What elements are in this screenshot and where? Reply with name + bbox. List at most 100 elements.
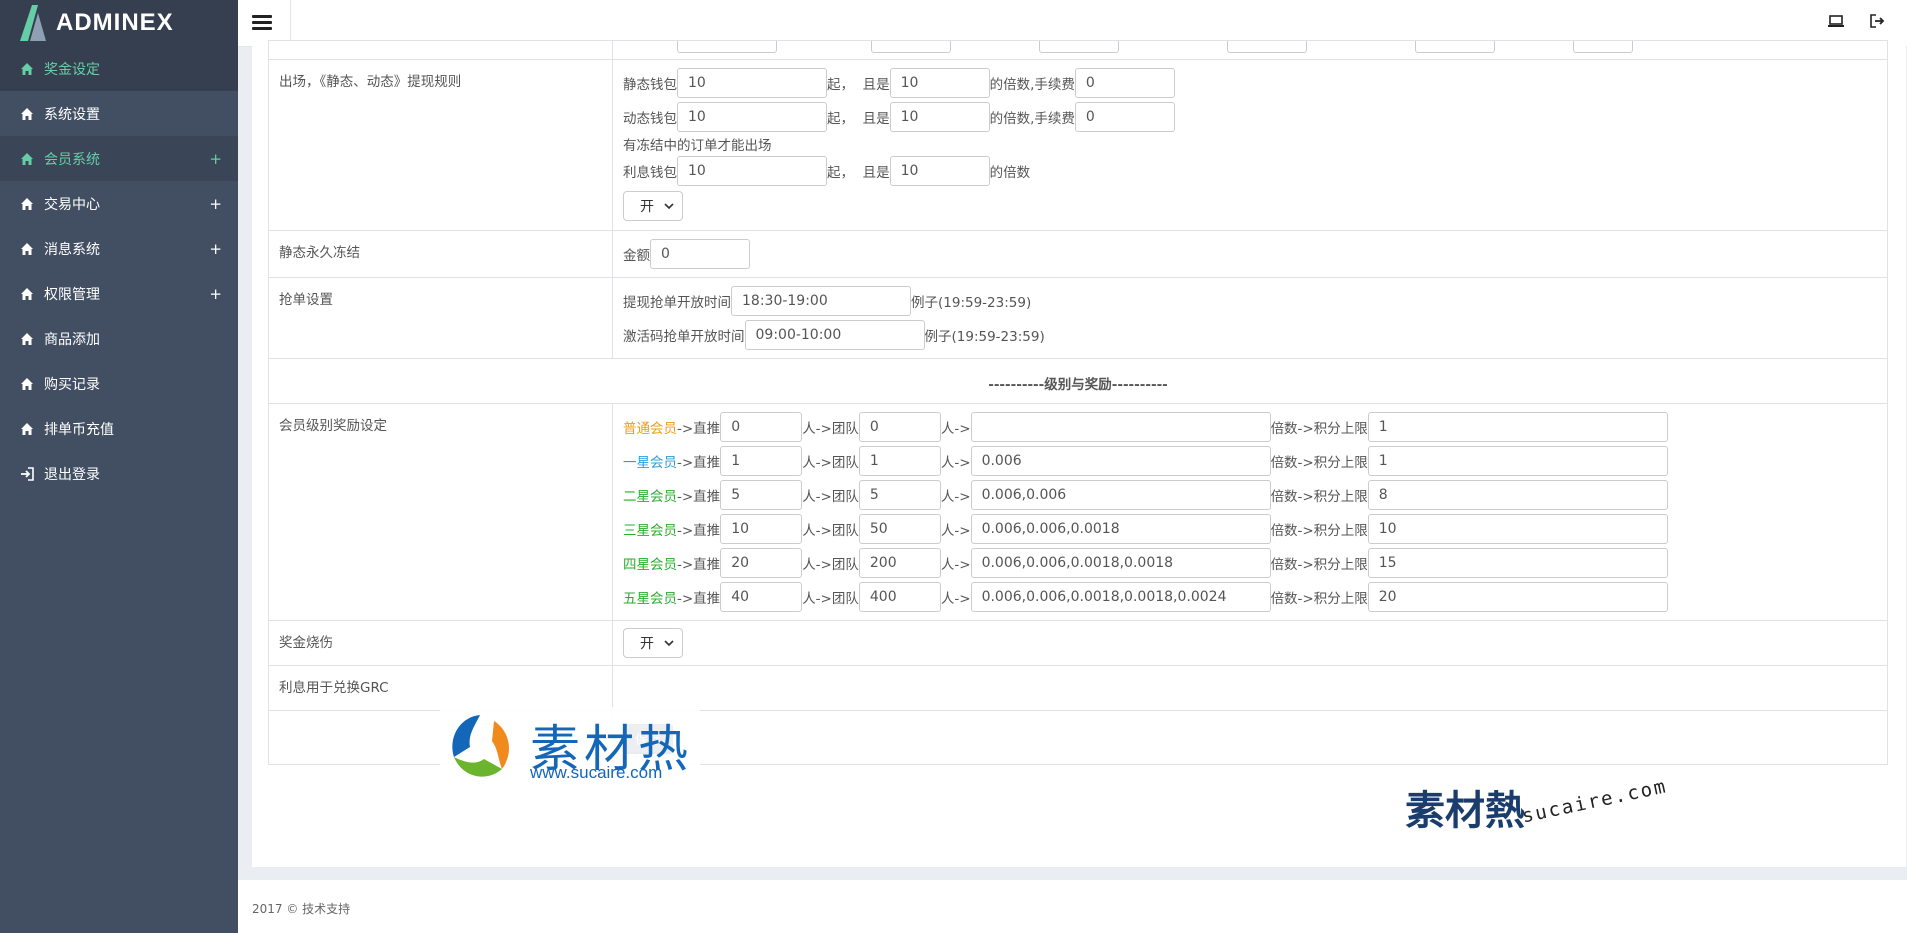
sidebar-item[interactable]: 系统设置 [0, 91, 238, 136]
direct-input[interactable] [720, 480, 803, 510]
static-wallet-from-input[interactable] [677, 68, 827, 98]
multiple-input[interactable] [970, 548, 1271, 578]
exit-rules-row: 出场，《静态、动态》提现规则 静态钱包 起， 且是 的倍数,手续费 动态钱包 起… [268, 59, 1888, 231]
person-arrow-label: 人-> [940, 421, 971, 437]
withdraw-grab-time-input[interactable] [731, 286, 911, 316]
static-freeze-amount-input[interactable] [650, 239, 750, 269]
menu-toggle-icon[interactable] [252, 12, 272, 32]
points-cap-input[interactable] [1367, 514, 1668, 544]
level-row: 一星会员->直推 人->团队 人-> 倍数->积分上限 [623, 444, 1877, 478]
dynamic-wallet-from-input[interactable] [677, 102, 827, 132]
home-icon [20, 197, 34, 211]
sidebar-item[interactable]: 奖金设定 [0, 46, 238, 91]
team-input[interactable] [858, 514, 941, 544]
points-cap-input[interactable] [1367, 582, 1668, 612]
points-cap-input[interactable] [1367, 548, 1668, 578]
dynamic-wallet-line: 动态钱包 起， 且是 的倍数,手续费 [623, 100, 1877, 134]
example-label: 例子(19:59-23:59) [911, 295, 1032, 311]
direct-input[interactable] [720, 582, 803, 612]
cut-off-input[interactable] [1227, 41, 1307, 53]
interest-wallet-label: 利息钱包 [623, 165, 677, 181]
bonus-burn-select[interactable]: 开 [623, 628, 683, 658]
sidebar-item-label: 会员系统 [44, 151, 100, 168]
cut-off-select[interactable] [1573, 41, 1633, 53]
sidebar-item[interactable]: 消息系统 + [0, 226, 238, 271]
exit-switch-select[interactable]: 开 [623, 191, 683, 221]
multiple-input[interactable] [970, 412, 1271, 442]
team-input[interactable] [858, 582, 941, 612]
points-cap-input[interactable] [1367, 446, 1668, 476]
multiple-input[interactable] [970, 446, 1271, 476]
interest-wallet-from-input[interactable] [677, 156, 827, 186]
sidebar-item[interactable]: 退出登录 [0, 451, 238, 496]
sidebar-item-label: 排单币充值 [44, 421, 114, 438]
team-input[interactable] [858, 446, 941, 476]
section-title: ----------级别与奖励---------- [268, 358, 1888, 404]
sidebar-item[interactable]: 交易中心 + [0, 181, 238, 226]
team-input[interactable] [858, 412, 941, 442]
person-arrow-label: 人-> [940, 455, 971, 471]
sidebar-item[interactable]: 排单币充值 [0, 406, 238, 451]
bonus-settings-form: 出场，《静态、动态》提现规则 静态钱包 起， 且是 的倍数,手续费 动态钱包 起… [268, 40, 1888, 765]
multiple-input[interactable] [970, 582, 1271, 612]
sidebar-item[interactable]: 商品添加 [0, 316, 238, 361]
from-label: 起， 且是 [827, 165, 890, 181]
direct-label: ->直推 [677, 455, 721, 471]
home-icon [20, 152, 34, 166]
home-icon [20, 422, 34, 436]
home-icon [20, 377, 34, 391]
withdraw-grab-time-label: 提现抢单开放时间 [623, 295, 731, 311]
cut-off-input[interactable] [1415, 41, 1495, 53]
home-icon [20, 107, 34, 121]
person-arrow-label: 人-> [940, 489, 971, 505]
watermark-logo: 素材热 www.sucaire.com [440, 707, 700, 787]
sidebar-item-label: 权限管理 [44, 286, 100, 303]
dynamic-wallet-fee-input[interactable] [1074, 102, 1175, 132]
sidebar-item-label: 交易中心 [44, 196, 100, 213]
team-input[interactable] [858, 548, 941, 578]
sidebar-item[interactable]: 购买记录 [0, 361, 238, 406]
interest-wallet-multiple-input[interactable] [889, 156, 990, 186]
sidebar-item-label: 奖金设定 [44, 61, 100, 78]
points-label: 倍数->积分上限 [1270, 455, 1368, 471]
dynamic-wallet-multiple-input[interactable] [889, 102, 990, 132]
from-label: 起， 且是 [827, 111, 890, 127]
grc-label: 利息用于兑换GRC [268, 665, 613, 711]
person-arrow-label: 人-> [940, 523, 971, 539]
direct-input[interactable] [720, 412, 803, 442]
static-freeze-row: 静态永久冻结 金额 [268, 230, 1888, 278]
cut-off-input[interactable] [677, 41, 777, 53]
points-cap-input[interactable] [1367, 412, 1668, 442]
sidebar: ADMINEX 奖金设定系统设置 会员系统 + 交易中心 + 消息系统 + 权限管理 + 商品添加… [0, 0, 238, 933]
points-label: 倍数->积分上限 [1270, 421, 1368, 437]
footer-bar [238, 880, 1907, 933]
cut-off-input[interactable] [1039, 41, 1119, 53]
bonus-burn-value: 开 [640, 636, 654, 652]
code-grab-time-input[interactable] [744, 320, 925, 350]
multiple-input[interactable] [970, 480, 1271, 510]
points-label: 倍数->积分上限 [1270, 557, 1368, 573]
watermark-logo-b: 素材熱 sucaire.com [1405, 775, 1669, 848]
sidebar-item-label: 购买记录 [44, 376, 100, 393]
laptop-icon[interactable] [1828, 14, 1844, 32]
static-wallet-fee-input[interactable] [1074, 68, 1175, 98]
cut-off-input[interactable] [871, 41, 951, 53]
multiple-input[interactable] [970, 514, 1271, 544]
points-cap-input[interactable] [1367, 480, 1668, 510]
sign-out-icon[interactable] [1870, 14, 1886, 32]
static-wallet-multiple-input[interactable] [889, 68, 990, 98]
direct-input[interactable] [720, 548, 803, 578]
team-label: 人->团队 [802, 523, 859, 539]
sidebar-item-label: 商品添加 [44, 331, 100, 348]
sidebar-item-label: 退出登录 [44, 466, 100, 483]
footer-text: 2017 © 技术支持 [252, 902, 351, 916]
sidebar-item[interactable]: 权限管理 + [0, 271, 238, 316]
team-input[interactable] [858, 480, 941, 510]
sidebar-item[interactable]: 会员系统 + [0, 136, 238, 181]
level-row: 三星会员->直推 人->团队 人-> 倍数->积分上限 [623, 512, 1877, 546]
direct-input[interactable] [720, 514, 803, 544]
direct-input[interactable] [720, 446, 803, 476]
team-label: 人->团队 [802, 489, 859, 505]
logo[interactable]: ADMINEX [0, 0, 238, 46]
grab-settings-label: 抢单设置 [268, 277, 613, 359]
